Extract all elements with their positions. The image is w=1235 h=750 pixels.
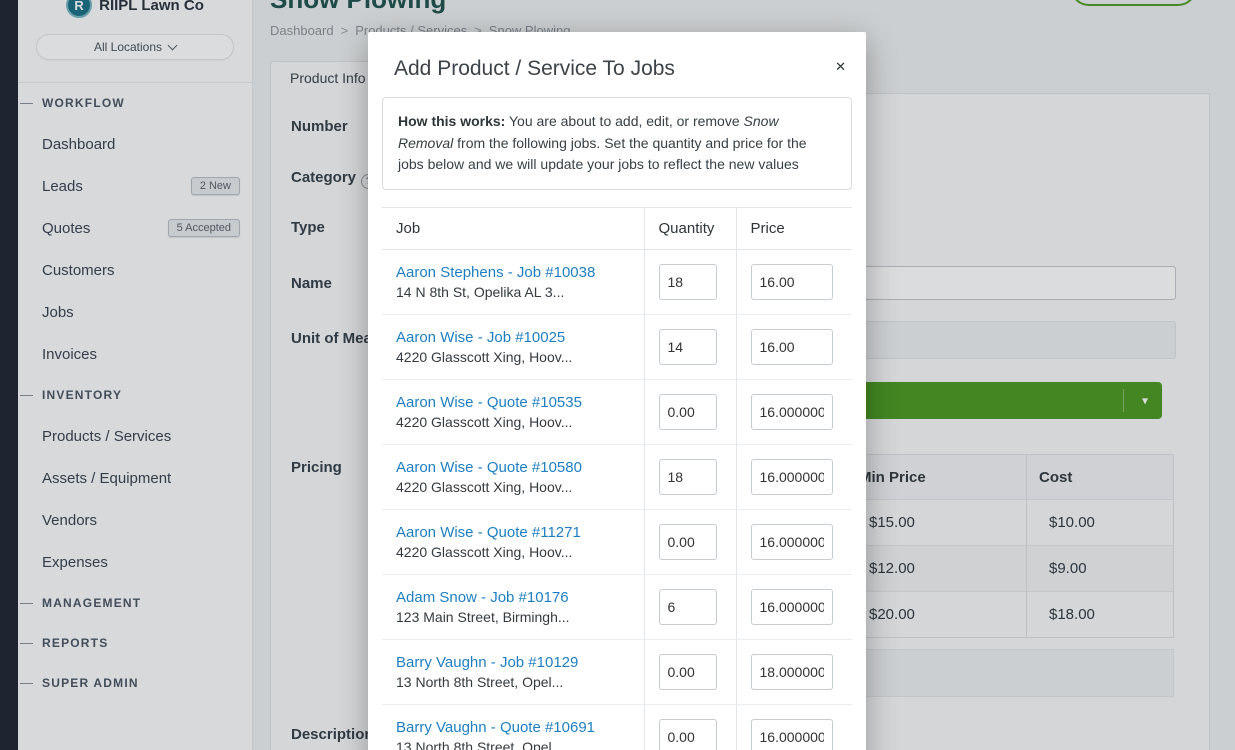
job-address: 4220 Glasscott Xing, Hoov...	[396, 414, 630, 430]
quantity-input[interactable]	[659, 264, 717, 300]
note-text-1: You are about to add, edit, or remove	[505, 113, 743, 129]
close-icon[interactable]: ✕	[835, 59, 846, 75]
job-row: Barry Vaughn - Job #10129 13 North 8th S…	[382, 640, 852, 705]
quantity-input[interactable]	[659, 524, 717, 560]
quantity-input[interactable]	[659, 719, 717, 750]
quantity-input[interactable]	[659, 589, 717, 625]
job-row: Aaron Wise - Quote #11271 4220 Glasscott…	[382, 510, 852, 575]
price-input[interactable]	[751, 524, 833, 560]
price-input[interactable]	[751, 459, 833, 495]
job-column-header: Job	[382, 208, 644, 250]
job-row: Aaron Stephens - Job #10038 14 N 8th St,…	[382, 250, 852, 315]
job-link[interactable]: Aaron Wise - Job #10025	[396, 329, 630, 346]
job-link[interactable]: Barry Vaughn - Quote #10691	[396, 719, 630, 736]
job-link[interactable]: Barry Vaughn - Job #10129	[396, 654, 630, 671]
quantity-input[interactable]	[659, 329, 717, 365]
job-row: Aaron Wise - Quote #10535 4220 Glasscott…	[382, 380, 852, 445]
job-address: 14 N 8th St, Opelika AL 3...	[396, 284, 630, 300]
job-row: Adam Snow - Job #10176 123 Main Street, …	[382, 575, 852, 640]
note-text-2: from the following jobs. Set the quantit…	[398, 135, 807, 173]
price-column-header: Price	[736, 208, 852, 250]
job-link[interactable]: Aaron Stephens - Job #10038	[396, 264, 630, 281]
job-address: 4220 Glasscott Xing, Hoov...	[396, 544, 630, 560]
job-link[interactable]: Adam Snow - Job #10176	[396, 589, 630, 606]
job-row: Aaron Wise - Quote #10580 4220 Glasscott…	[382, 445, 852, 510]
modal-title: Add Product / Service To Jobs	[394, 57, 842, 81]
job-address: 4220 Glasscott Xing, Hoov...	[396, 349, 630, 365]
job-link[interactable]: Aaron Wise - Quote #10535	[396, 394, 630, 411]
job-address: 123 Main Street, Birmingh...	[396, 609, 630, 625]
job-link[interactable]: Aaron Wise - Quote #11271	[396, 524, 630, 541]
quantity-input[interactable]	[659, 654, 717, 690]
quantity-column-header: Quantity	[644, 208, 736, 250]
add-product-service-modal: Add Product / Service To Jobs ✕ How this…	[368, 32, 866, 750]
job-row: Aaron Wise - Job #10025 4220 Glasscott X…	[382, 315, 852, 380]
job-row: Barry Vaughn - Quote #10691 13 North 8th…	[382, 705, 852, 750]
job-link[interactable]: Aaron Wise - Quote #10580	[396, 459, 630, 476]
jobs-table: Job Quantity Price Aaron Stephens - Job …	[382, 207, 852, 750]
jobs-table-header: Job Quantity Price	[382, 208, 852, 250]
job-address: 13 North 8th Street, Opel...	[396, 739, 630, 750]
quantity-input[interactable]	[659, 459, 717, 495]
price-input[interactable]	[751, 719, 833, 750]
price-input[interactable]	[751, 654, 833, 690]
how-this-works-note: How this works: You are about to add, ed…	[382, 97, 852, 190]
modal-header: Add Product / Service To Jobs ✕	[368, 32, 866, 97]
price-input[interactable]	[751, 329, 833, 365]
quantity-input[interactable]	[659, 394, 717, 430]
job-address: 4220 Glasscott Xing, Hoov...	[396, 479, 630, 495]
note-bold: How this works:	[398, 113, 505, 129]
job-address: 13 North 8th Street, Opel...	[396, 674, 630, 690]
price-input[interactable]	[751, 394, 833, 430]
modal-body: How this works: You are about to add, ed…	[368, 97, 866, 750]
price-input[interactable]	[751, 264, 833, 300]
price-input[interactable]	[751, 589, 833, 625]
